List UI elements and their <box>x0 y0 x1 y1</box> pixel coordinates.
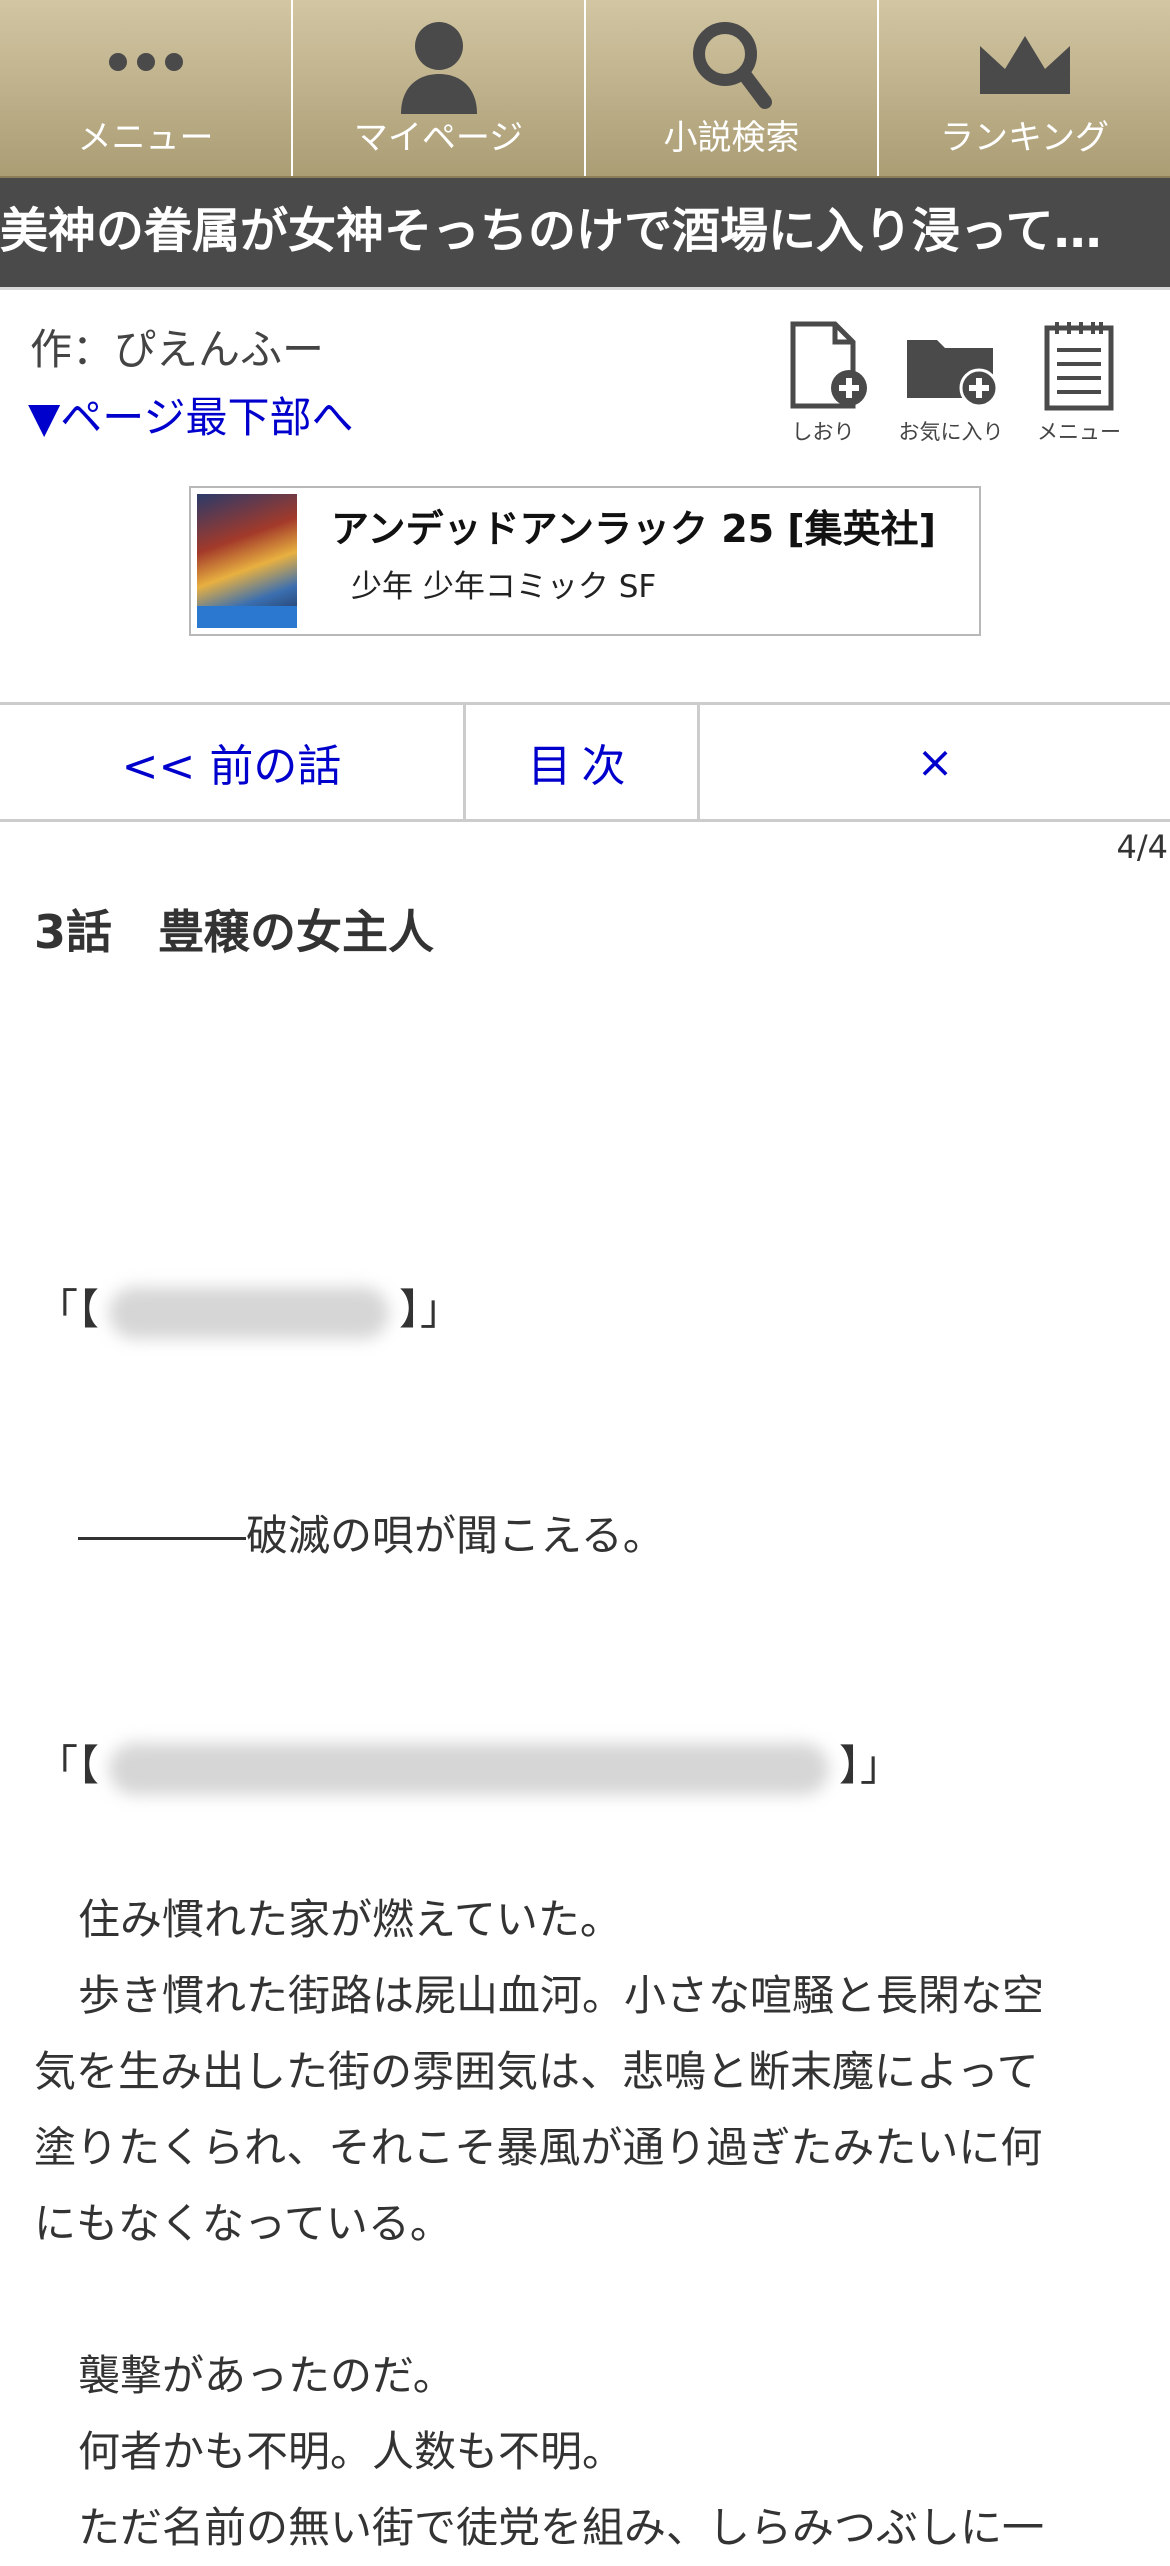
author-line[interactable]: 作：ぴえんふー <box>30 322 324 378</box>
ad-title: アンデッドアンラック 25 [集英社] <box>331 507 937 551</box>
toc-link[interactable]: 目次 <box>466 705 700 819</box>
jump-to-bottom-link[interactable]: ▼ページ最下部へ <box>28 390 353 446</box>
paragraph-line: ただ名前の無い街で徒党を組み、しらみつぶしに一 <box>78 2503 1045 2552</box>
close-link[interactable]: × <box>700 705 1170 819</box>
spell-close-bracket: 】」 <box>839 1741 903 1790</box>
spell-line-2: 「【 】」 <box>36 1736 902 1796</box>
paragraph-line: 住み慣れた家が燃えていた。 <box>78 1895 622 1944</box>
spell-open-bracket: 「【 <box>36 1741 100 1790</box>
user-icon <box>400 22 477 114</box>
paragraph-line: にもなくなっている。 <box>34 2199 452 2248</box>
ad-banner[interactable]: アンデッドアンラック 25 [集英社] 少年 少年コミック SF <box>189 486 981 636</box>
crown-icon <box>979 36 1070 94</box>
bookmark-add-icon <box>790 321 867 409</box>
novel-title[interactable]: 美神の眷属が女神そっちのけで酒場に入り浸ってる件について <box>0 200 1130 262</box>
spell-line-1: 「【 】」 <box>36 1280 462 1340</box>
cover-strip <box>197 606 297 628</box>
paragraph-line: 襲撃があったのだ。 <box>78 2351 455 2400</box>
page-count: 4/4 <box>1116 828 1169 866</box>
ad-subtitle: 少年 少年コミック SF <box>351 569 657 605</box>
nav-menu[interactable]: メニュー <box>0 0 293 176</box>
nav-ranking-label: ランキング <box>940 118 1109 158</box>
doom-line: ――――破滅の唄が聞こえる。 <box>78 1511 665 1560</box>
blurred-text <box>109 1742 830 1795</box>
favorite-button[interactable]: お気に入り <box>886 318 1016 448</box>
paragraph-line: 歩き慣れた街路は屍山血河。小さな喧騒と長閑な空 <box>78 1971 1045 2020</box>
menu-label: メニュー <box>1037 420 1121 444</box>
nav-search[interactable]: 小説検索 <box>586 0 879 176</box>
search-icon <box>692 22 772 109</box>
prev-chapter-link[interactable]: << 前の話 <box>0 705 466 819</box>
menu-button[interactable]: メニュー <box>1014 318 1144 448</box>
notepad-icon <box>1044 322 1114 411</box>
spell-close-bracket: 】」 <box>399 1285 463 1334</box>
nav-mypage[interactable]: マイページ <box>293 0 586 176</box>
top-nav: メニュー マイページ 小説検索 ランキング <box>0 0 1170 178</box>
paragraph-line: 何者かも不明。人数も不明。 <box>78 2427 625 2476</box>
blurred-text <box>109 1286 390 1339</box>
dots-menu-icon <box>108 53 183 71</box>
nav-search-label: 小説検索 <box>663 118 800 158</box>
spell-open-bracket: 「【 <box>36 1285 100 1334</box>
paragraph-line: 気を生み出した街の雰囲気は、悲鳴と断末魔によって <box>34 2047 1039 2096</box>
chapter-title: 3話 豊穣の女主人 <box>34 905 435 959</box>
novel-title-bar: 美神の眷属が女神そっちのけで酒場に入り浸ってる件について <box>0 178 1170 290</box>
nav-ranking[interactable]: ランキング <box>879 0 1170 176</box>
book-cover-image <box>197 494 297 628</box>
nav-mypage-label: マイページ <box>353 118 524 158</box>
paragraph-line: 塗りたくられ、それこそ暴風が通り過ぎたみたいに何 <box>34 2123 1043 2172</box>
folder-add-icon <box>907 340 999 408</box>
nav-menu-label: メニュー <box>77 118 214 158</box>
chapter-pager: << 前の話 目次 × <box>0 702 1170 822</box>
bookmark-button[interactable]: しおり <box>758 318 888 448</box>
